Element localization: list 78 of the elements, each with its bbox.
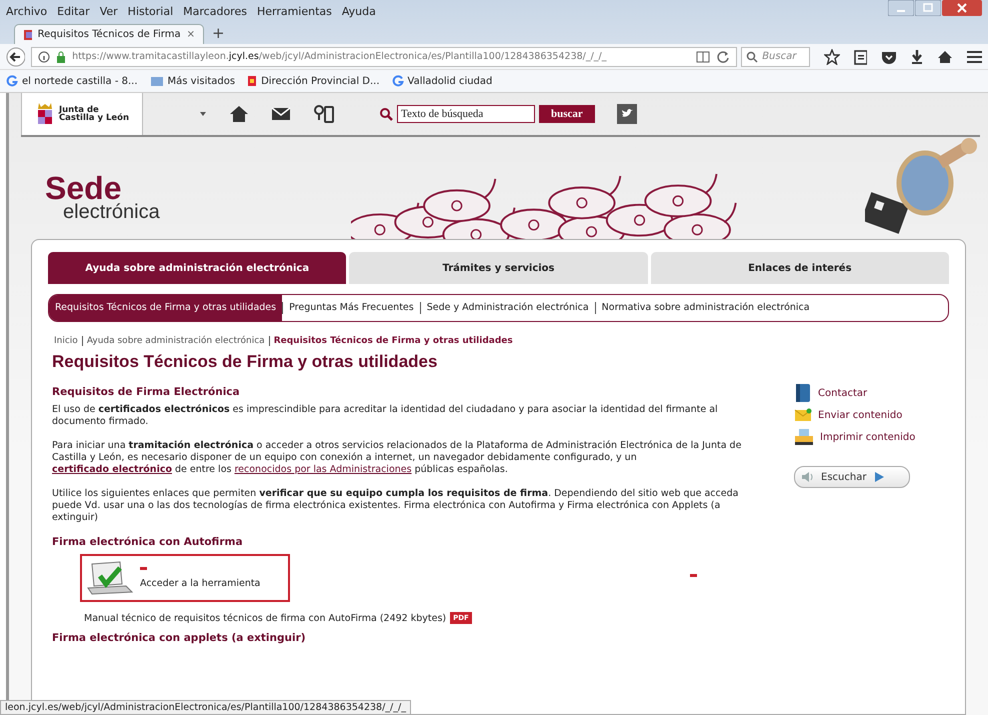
- tab-close-button[interactable]: ×: [186, 29, 195, 40]
- breadcrumb-link[interactable]: Inicio: [54, 336, 83, 346]
- menu-item[interactable]: Marcadores: [183, 4, 247, 18]
- laptop-check-icon: [86, 560, 134, 596]
- site-title: Sede: [45, 174, 122, 203]
- section-heading: Requisitos de Firma Electrónica: [52, 386, 241, 398]
- close-icon[interactable]: [942, 0, 982, 16]
- maximize-icon[interactable]: [915, 0, 941, 16]
- main-tab[interactable]: Trámites y servicios: [349, 252, 648, 284]
- search-button[interactable]: buscar: [539, 105, 595, 123]
- site-subtitle: electrónica: [62, 203, 161, 221]
- menu-item[interactable]: Herramientas: [256, 4, 332, 18]
- menu-item[interactable]: Archivo: [6, 4, 48, 18]
- envelope-icon: [794, 408, 812, 422]
- paragraph: Utilice los siguientes enlaces que permiten verificar que su equipo cumpla los requisitos de firma. Dependiendo del sitio web que acceda puede Vd. usar una o las dos tecnologías de firma electrónica existentes. Firma electrónica con Autofirma y Firma electrónica con Applets (a extinguir): [52, 488, 740, 524]
- speaker-icon: [801, 471, 815, 483]
- listen-button[interactable]: Escuchar: [794, 466, 910, 488]
- page-title: Requisitos Técnicos de Firma y otras utilidades: [52, 352, 438, 372]
- folder-icon: [150, 75, 164, 87]
- lock-icon: [56, 50, 66, 62]
- info-icon: [38, 50, 50, 62]
- section-heading: Firma electrónica con Autofirma: [52, 536, 244, 548]
- section-heading: Firma electrónica con applets (a extinguir): [52, 632, 307, 644]
- reload-icon[interactable]: [716, 50, 730, 64]
- sub-nav-link[interactable]: Requisitos Técnicos de Firma y otras utilidades: [49, 295, 282, 321]
- g-icon: [6, 75, 18, 87]
- play-icon: [872, 471, 886, 483]
- bookmark-link[interactable]: Dirección Provincial D...: [247, 75, 380, 87]
- new-tab-button[interactable]: +: [212, 24, 225, 44]
- sub-nav-link[interactable]: Normativa sobre administración electrónica: [594, 302, 816, 314]
- paragraph: Para iniciar una tramitación electrónica o acceder a otros servicios relacionados de la Plataforma de Administración Electrónica de la Junta de Castilla y León, es necesario disponer de un equipo con conexión a internet, un navegador debidamente configurado, y un certificado electrónico de entre los reconocidos por las Administraciones públicas españolas.: [52, 440, 742, 476]
- bookmark-link[interactable]: el nortede castilla - 8...: [6, 75, 138, 87]
- reader-view-icon[interactable]: [696, 50, 710, 62]
- pocket-icon[interactable]: [880, 50, 896, 64]
- search-icon: [746, 50, 758, 62]
- envelope-icon[interactable]: [271, 107, 291, 121]
- download-icon[interactable]: [910, 48, 924, 64]
- back-icon[interactable]: [6, 46, 26, 66]
- action-link[interactable]: Contactar: [818, 388, 868, 398]
- action-link[interactable]: Imprimir contenido: [820, 432, 916, 442]
- status-bar-url: leon.jcyl.es/web/jcyl/AdministracionElectronica/es/Plantilla100/1284386354238/_/_/_: [0, 700, 411, 715]
- search-field[interactable]: Texto de búsqueda: [397, 105, 535, 123]
- menu-item[interactable]: Ayuda: [342, 4, 376, 18]
- breadcrumb-link[interactable]: Ayuda sobre administración electrónica: [86, 336, 270, 346]
- site-icon: [247, 75, 258, 87]
- menu-item[interactable]: Ver: [100, 4, 118, 18]
- bookmark-link[interactable]: Más visitados: [150, 75, 236, 87]
- star-icon[interactable]: [824, 48, 840, 64]
- menu-item[interactable]: Editar: [57, 4, 90, 18]
- clipboard-icon[interactable]: [854, 48, 867, 64]
- paragraph: El uso de certificados electrónicos es imprescindible para acreditar la identidad del ciudadano y para asociar la identidad del firmante al documento firmado.: [52, 404, 719, 428]
- address-book-icon: [794, 383, 812, 403]
- g-icon: [392, 75, 404, 87]
- dropdown-icon[interactable]: [199, 111, 207, 117]
- location-phone-icon[interactable]: [313, 104, 335, 124]
- home-icon[interactable]: [229, 105, 249, 123]
- sub-nav-link[interactable]: Sede y Administración electrónica: [420, 302, 595, 314]
- printer-icon: [794, 428, 814, 446]
- browser-tab[interactable]: Requisitos Técnicos de Firma ×: [14, 24, 204, 44]
- main-tab[interactable]: Ayuda sobre administración electrónica: [48, 252, 346, 284]
- url-text: https://www.tramitacastillayleon.jcyl.es/web/jcyl/AdministracionElectronica/es/Plantilla100/1284386354238/_/_/_: [72, 51, 607, 62]
- menu-icon[interactable]: [966, 50, 982, 64]
- sub-nav-link[interactable]: Preguntas Más Frecuentes: [282, 302, 420, 314]
- bookmark-link[interactable]: Valladolid ciudad: [392, 75, 492, 87]
- menu-item[interactable]: Historial: [128, 4, 174, 18]
- certificate-link[interactable]: certificado electrónico: [52, 464, 172, 475]
- browser-search-field[interactable]: Buscar: [741, 46, 810, 66]
- site-icon: [23, 28, 32, 40]
- minimize-icon[interactable]: [888, 0, 914, 16]
- tool-link[interactable]: Acceder a la herramienta: [140, 578, 260, 589]
- manual-link[interactable]: Manual técnico de requisitos técnicos de firma con AutoFirma (2492 kbytes): [84, 612, 446, 624]
- action-link[interactable]: Enviar contenido: [818, 410, 902, 420]
- search-icon: [379, 107, 393, 121]
- twitter-icon[interactable]: [616, 104, 637, 124]
- address-bar[interactable]: https://www.tramitacastillayleon.jcyl.es/web/jcyl/AdministracionElectronica/es/Plantilla100/1284386354238/_/_/_: [31, 46, 738, 66]
- main-tab[interactable]: Enlaces de interés: [650, 252, 949, 284]
- recognized-link[interactable]: reconocidos por las Administraciones: [234, 464, 412, 475]
- home-icon[interactable]: [937, 50, 953, 64]
